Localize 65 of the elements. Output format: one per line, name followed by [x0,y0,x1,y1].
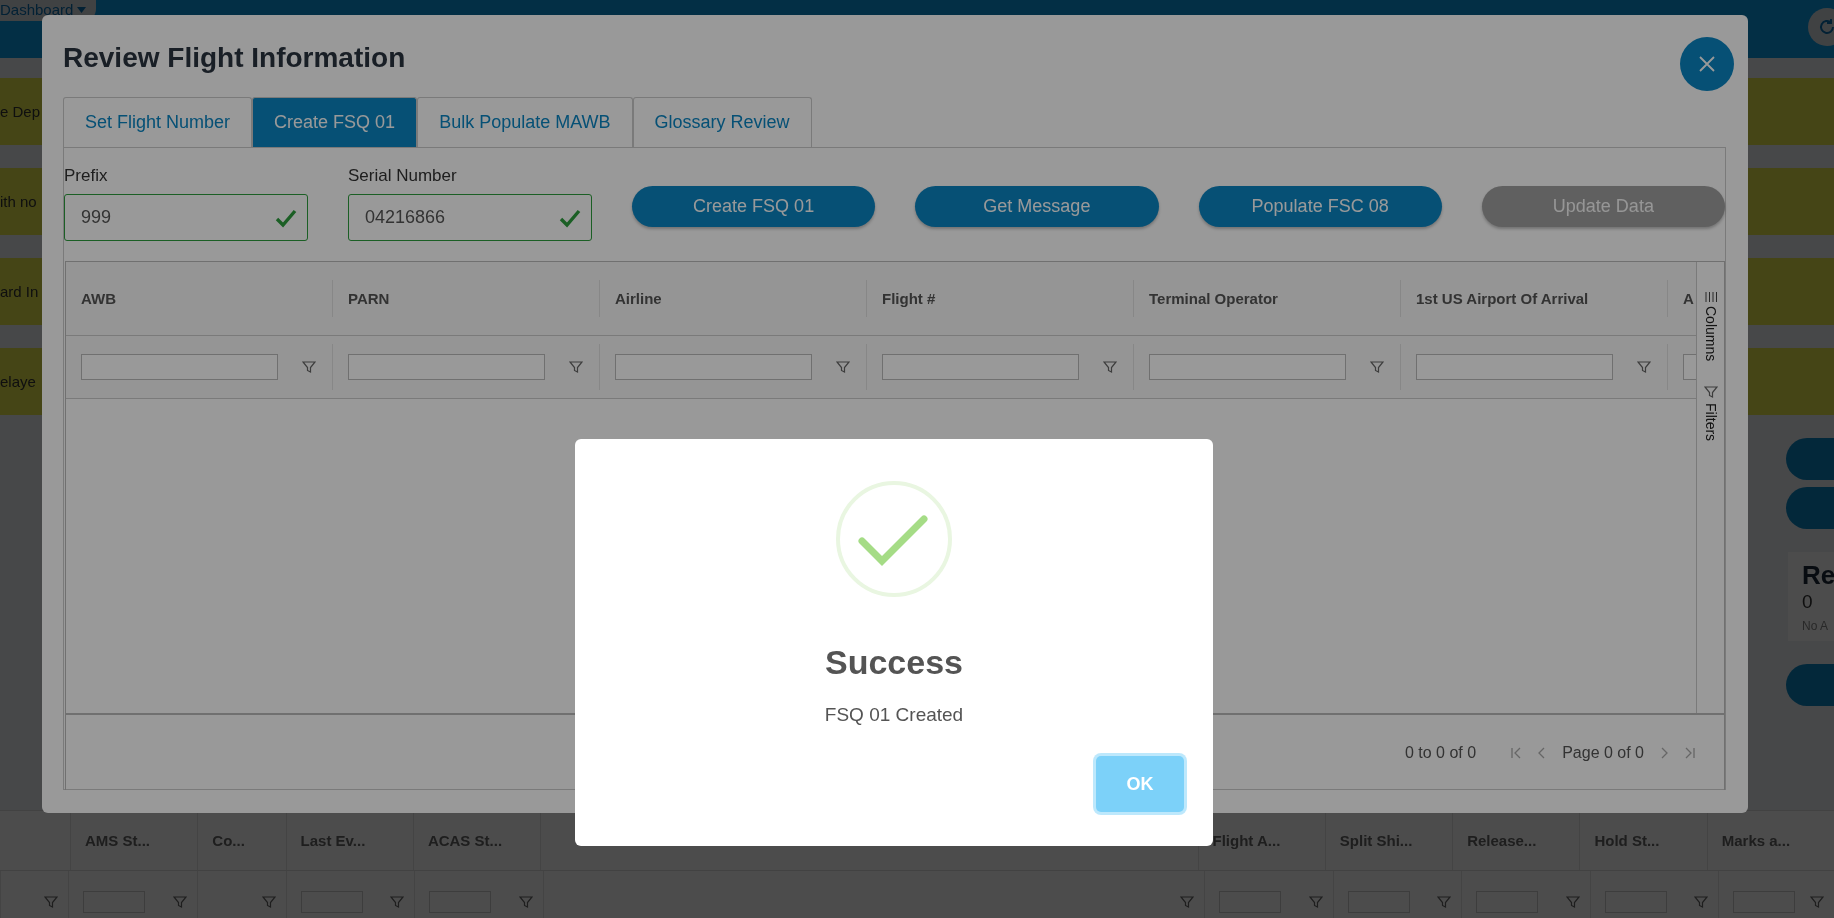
success-check-icon [834,479,954,599]
tab[interactable]: Glossary Review [632,97,812,147]
filter-icon[interactable] [1810,894,1824,909]
tab[interactable]: Set Flight Number [63,97,253,147]
action-button[interactable]: Populate FSC 08 [1198,186,1442,227]
filter-input[interactable] [1149,354,1346,380]
action-button[interactable]: Get Message [915,186,1159,227]
filter-icon[interactable] [1694,894,1708,909]
modal-title: Review Flight Information [63,42,406,75]
filter-icon[interactable] [261,894,276,909]
filter-icon[interactable] [172,894,187,909]
row-count: 0 to 0 of 0 [1405,743,1477,762]
filter-icon[interactable] [302,360,316,374]
ok-button[interactable]: OK [1096,756,1184,812]
column-header[interactable]: Airline [600,280,867,317]
action-button[interactable]: Create FSQ 01 [632,186,876,227]
tab[interactable]: Bulk Populate MAWB [417,97,633,147]
column-header[interactable]: A [1668,280,1696,317]
filter-icon[interactable] [1308,894,1323,909]
filter-icon[interactable] [44,894,59,909]
column-header[interactable]: Flight # [867,280,1134,317]
field-label: Serial Number [348,166,458,186]
filter-icon[interactable] [1180,894,1195,909]
column-header[interactable]: Terminal Operator [1134,280,1401,317]
filter-icon[interactable] [836,360,850,374]
dialog-message: FSQ 01 Created [824,704,964,726]
filter-icon[interactable] [1437,894,1452,909]
action-button[interactable] [1786,487,1834,529]
filter-input[interactable] [882,354,1079,380]
columns-icon [1704,292,1717,302]
tab[interactable]: Create FSQ 01 [252,97,418,147]
column-header[interactable]: PARN [333,280,600,317]
dialog-title: Success [825,643,963,682]
filter-icon[interactable] [390,894,405,909]
filter-icon[interactable] [569,360,583,374]
input-field[interactable]: 999 [64,194,308,241]
filter-input[interactable] [1416,354,1613,380]
input-field[interactable]: 04216866 [348,194,592,241]
close-icon [1698,55,1716,73]
filter-icon[interactable] [1370,360,1384,374]
filter-icon[interactable] [1103,360,1117,374]
check-icon [275,207,297,228]
caret-icon [77,6,87,13]
action-button[interactable] [1786,438,1834,480]
filter-input[interactable] [81,354,278,380]
side-panel-tab[interactable]: Columns [1702,292,1719,362]
filter-icon[interactable] [518,894,533,909]
filter-icon[interactable] [1637,360,1651,374]
refresh-icon [1817,17,1834,37]
action-button[interactable] [1786,664,1834,706]
filter-icon[interactable] [1565,894,1580,909]
filter-icon[interactable] [1703,385,1718,400]
page-indicator: Page 0 of 0 [1562,743,1644,762]
card-title: Re [1802,560,1834,591]
card-count: 0 [1802,591,1814,613]
pager-icon[interactable] [1510,745,1523,760]
field-label: Prefix [64,166,109,186]
check-icon [559,207,581,228]
filter-input[interactable] [615,354,812,380]
column-header[interactable]: 1st US Airport Of Arrival [1401,280,1668,317]
pager-icon[interactable] [1684,745,1696,760]
side-panel-tab[interactable]: Filters [1702,385,1719,442]
filter-input[interactable] [348,354,545,380]
close-button[interactable] [1680,37,1734,91]
column-header[interactable]: AWB [66,280,333,317]
